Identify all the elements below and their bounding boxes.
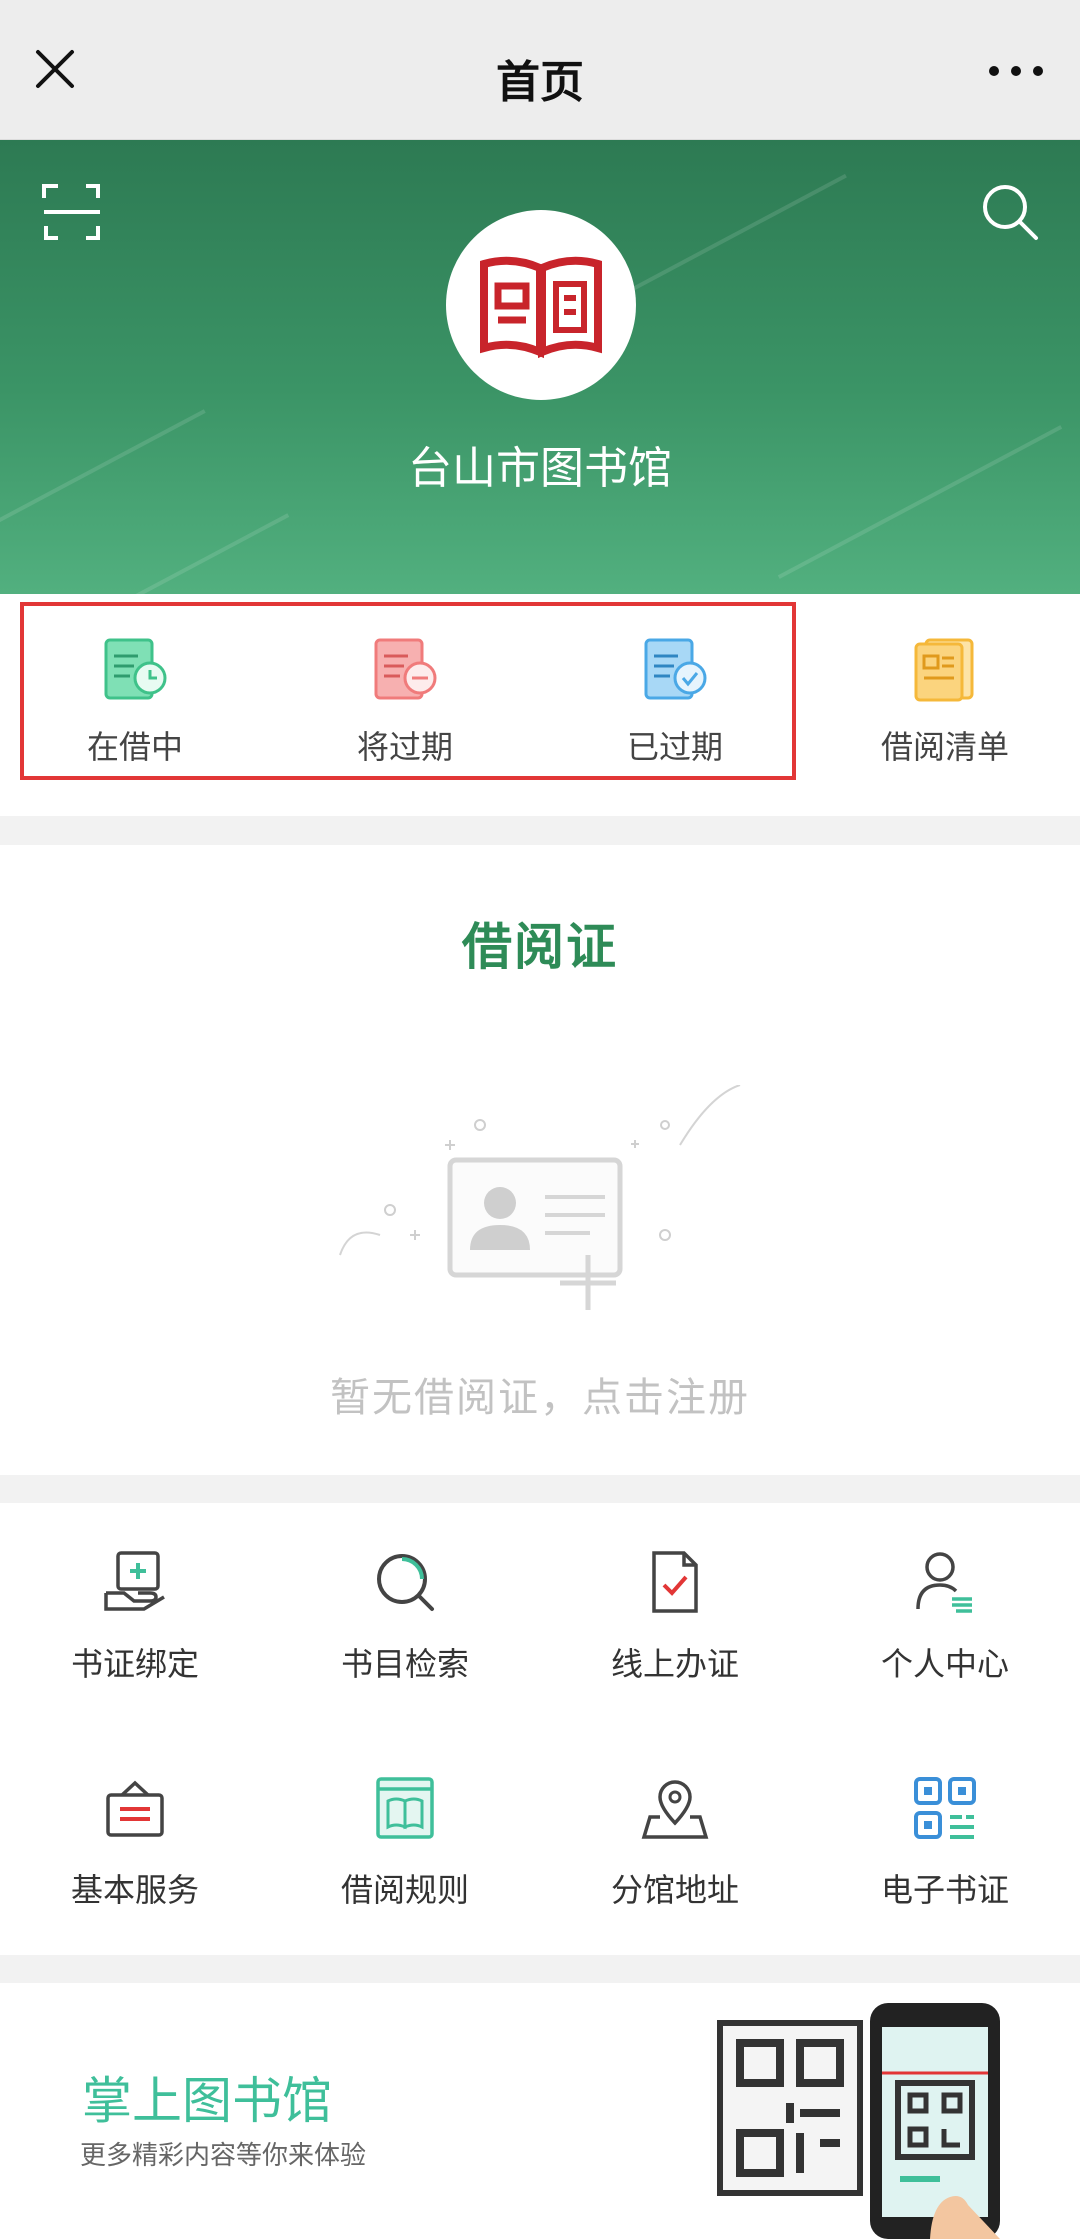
catalog-search-icon bbox=[377, 1554, 434, 1611]
register-card-prompt[interactable]: 暂无借阅证，点击注册 bbox=[0, 1365, 1080, 1423]
more-options-icon[interactable] bbox=[986, 56, 1046, 86]
service-label: 借阅规则 bbox=[340, 1871, 469, 1909]
service-e-card[interactable]: 电子书证 bbox=[810, 1773, 1080, 1911]
quick-action-borrowing[interactable]: 在借中 bbox=[0, 634, 270, 768]
qr-card-icon bbox=[914, 1777, 976, 1839]
section-title: 借阅证 bbox=[462, 918, 618, 976]
service-borrow-rules[interactable]: 借阅规则 bbox=[270, 1773, 540, 1911]
service-catalog-search[interactable]: 书目检索 bbox=[270, 1547, 540, 1685]
search-icon[interactable] bbox=[978, 180, 1042, 244]
borrow-rules-icon bbox=[376, 1777, 434, 1839]
book-clock-icon bbox=[104, 638, 167, 700]
service-user-center[interactable]: 个人中心 bbox=[810, 1547, 1080, 1685]
scan-icon[interactable] bbox=[40, 180, 104, 244]
quick-action-label: 已过期 bbox=[626, 728, 723, 766]
service-branch-location[interactable]: 分馆地址 bbox=[540, 1773, 810, 1911]
book-list-icon bbox=[914, 638, 974, 702]
service-basic[interactable]: 基本服务 bbox=[0, 1773, 270, 1911]
book-minus-icon bbox=[374, 638, 437, 700]
service-label: 分馆地址 bbox=[610, 1871, 739, 1909]
page-title: 首页 bbox=[496, 57, 584, 108]
mobile-library-banner[interactable]: 掌上图书馆 更多精彩内容等你来体验 bbox=[0, 1983, 1080, 2239]
library-header: 台山市图书馆 bbox=[0, 140, 1080, 594]
quick-action-expired[interactable]: 已过期 bbox=[540, 634, 810, 768]
service-card-bind[interactable]: 书证绑定 bbox=[0, 1547, 270, 1685]
service-label: 书目检索 bbox=[340, 1645, 469, 1683]
basic-service-icon bbox=[106, 1780, 164, 1837]
service-label: 电子书证 bbox=[880, 1871, 1009, 1909]
empty-card-illustration bbox=[339, 1085, 741, 1310]
top-navigation-bar: 首页 bbox=[0, 0, 1080, 140]
library-name: 台山市图书馆 bbox=[408, 443, 672, 494]
services-grid: 书证绑定 书目检索 线上办证 个人中心 基本服务 借阅规则 分馆地址 电子书证 bbox=[0, 1503, 1080, 1955]
quick-action-expiring[interactable]: 将过期 bbox=[270, 634, 540, 768]
library-logo bbox=[446, 210, 636, 400]
service-label: 个人中心 bbox=[880, 1645, 1009, 1683]
service-label: 基本服务 bbox=[70, 1871, 199, 1909]
quick-action-label: 将过期 bbox=[356, 728, 453, 766]
borrow-status-bar: 在借中 将过期 已过期 借阅清单 bbox=[0, 594, 1080, 816]
user-center-icon bbox=[916, 1552, 972, 1613]
service-label: 线上办证 bbox=[610, 1645, 739, 1683]
quick-action-label: 借阅清单 bbox=[880, 728, 1009, 766]
banner-title: 掌上图书馆 bbox=[82, 2072, 332, 2130]
open-book-logo-icon bbox=[480, 256, 602, 359]
branch-location-icon bbox=[641, 1780, 709, 1839]
banner-subtitle: 更多精彩内容等你来体验 bbox=[80, 2141, 367, 2171]
quick-action-borrow-list[interactable]: 借阅清单 bbox=[810, 634, 1080, 768]
book-check-icon bbox=[644, 638, 707, 700]
online-apply-icon bbox=[652, 1551, 698, 1613]
service-label: 书证绑定 bbox=[70, 1645, 199, 1683]
phone-scan-qr-illustration bbox=[717, 2003, 1000, 2239]
library-card-section[interactable]: 借阅证 暂无借阅证，点击注册 bbox=[0, 845, 1080, 1475]
service-online-apply[interactable]: 线上办证 bbox=[540, 1547, 810, 1685]
quick-action-label: 在借中 bbox=[86, 728, 183, 766]
card-bind-icon bbox=[104, 1551, 165, 1611]
